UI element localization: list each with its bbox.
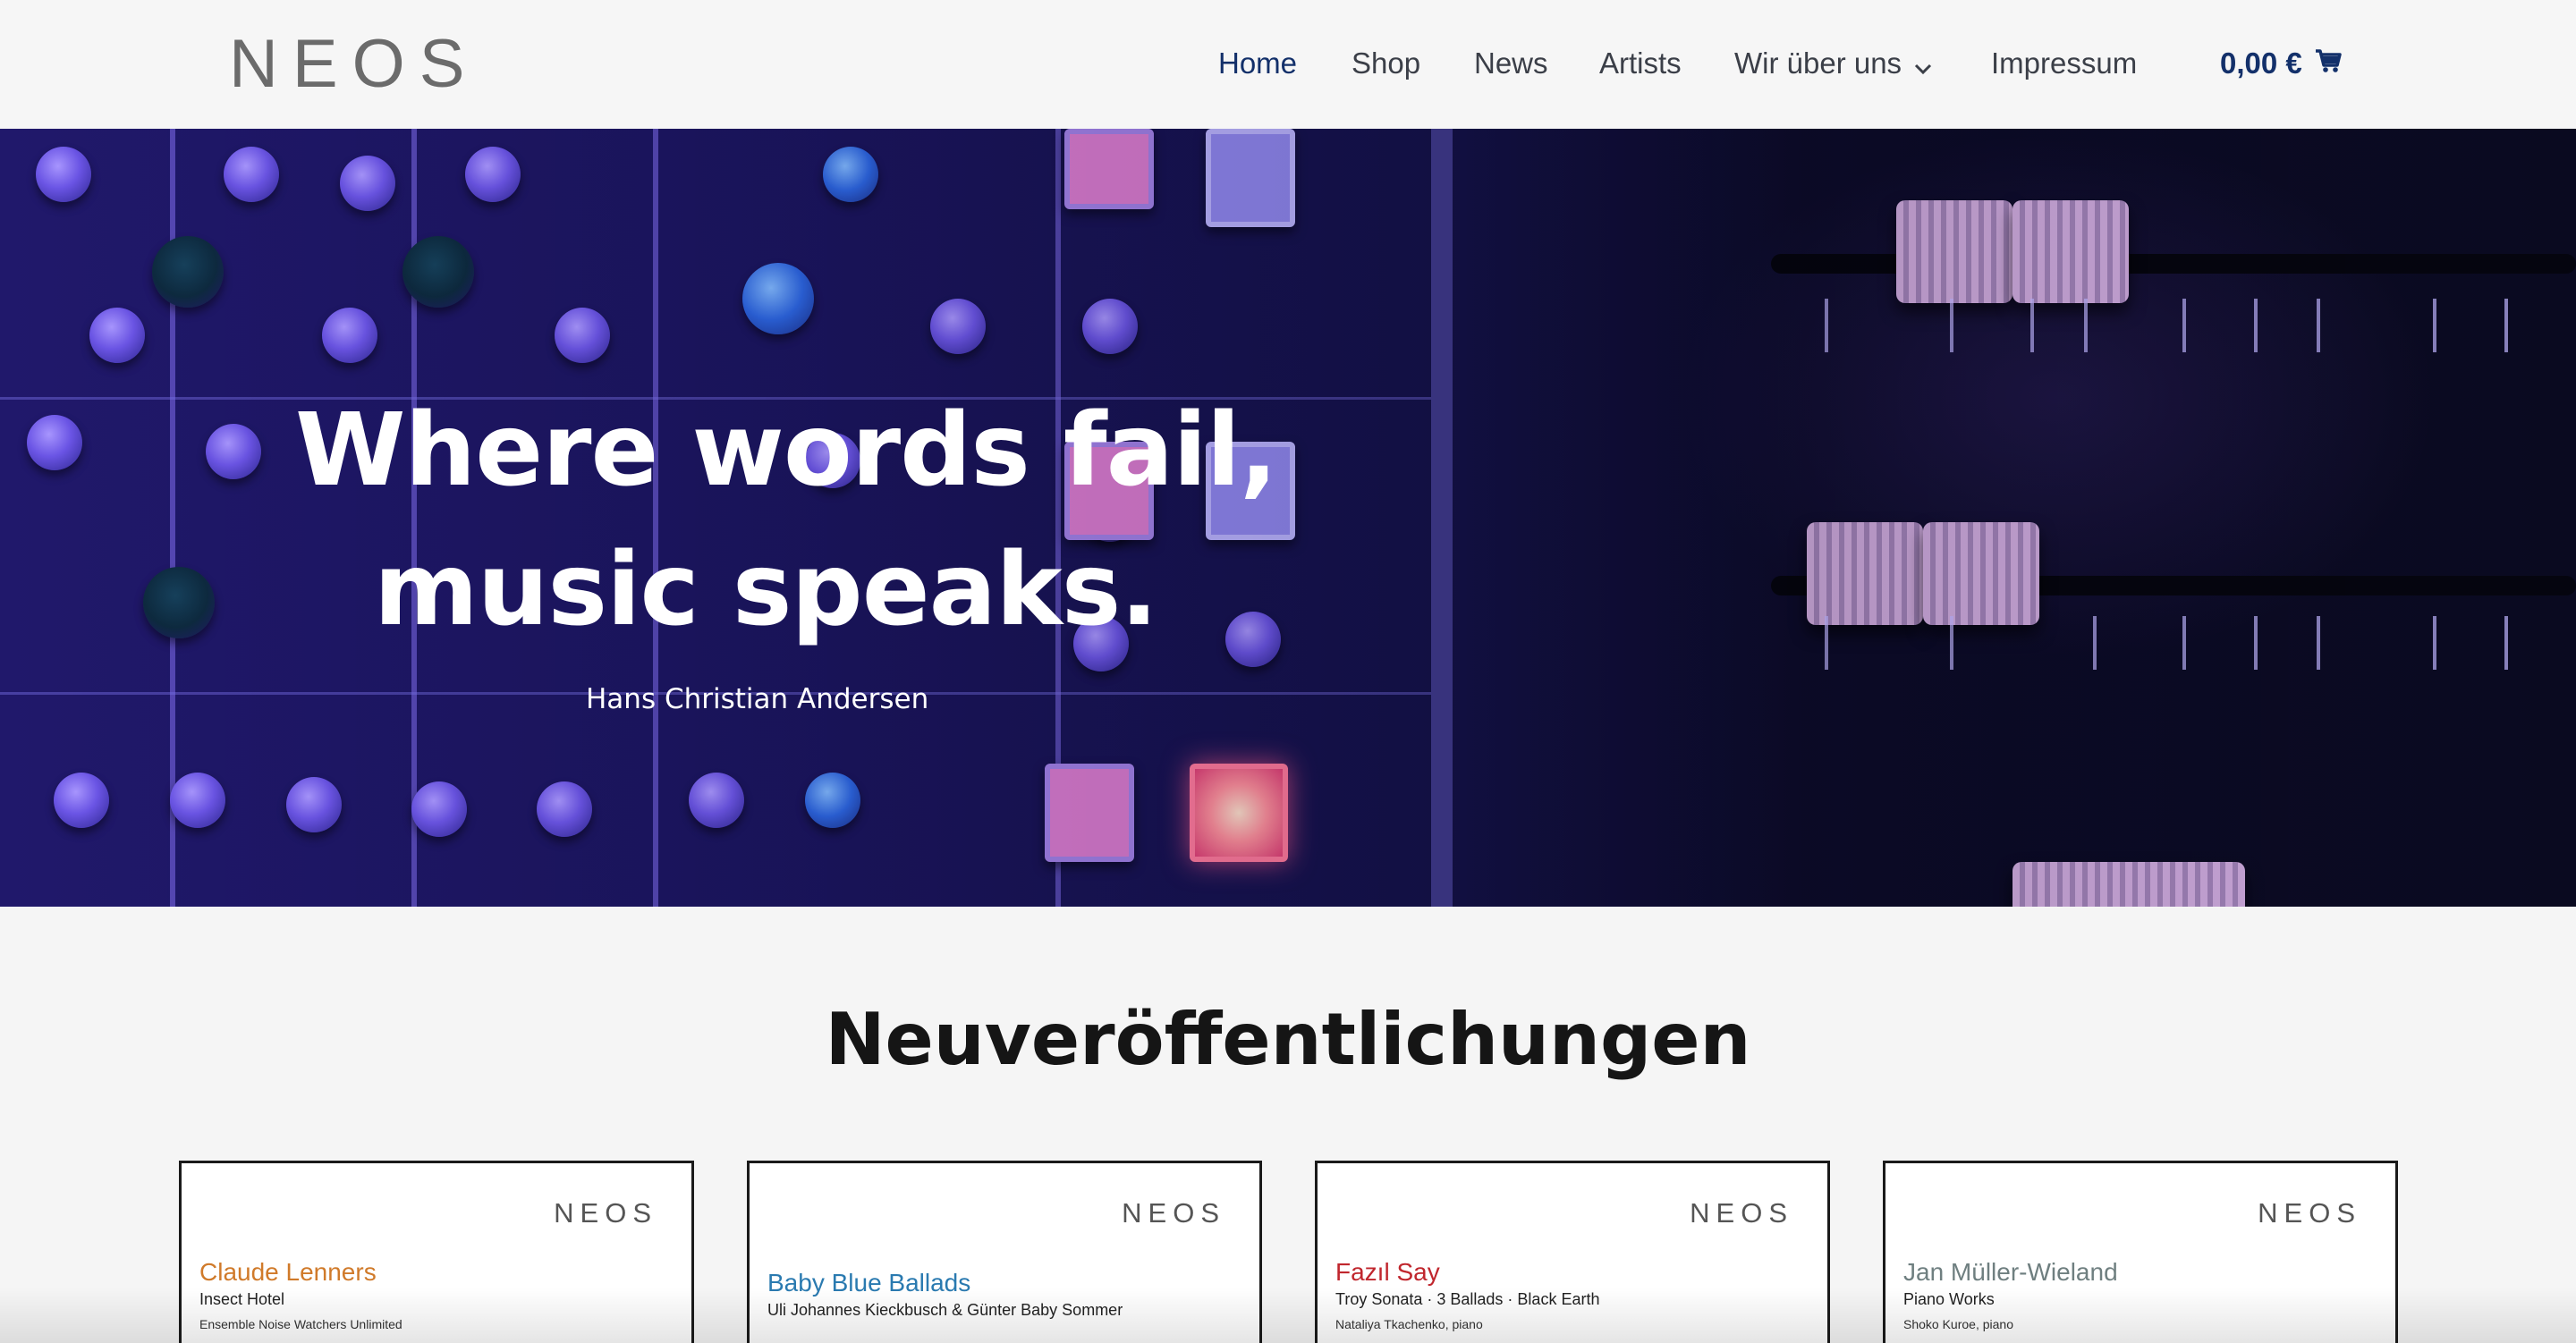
nav-item-news[interactable]: News xyxy=(1474,39,1548,88)
cart-button[interactable]: 0,00 € xyxy=(2220,39,2342,88)
shopping-cart-icon xyxy=(2302,46,2342,80)
hero-quote-author: Hans Christian Andersen xyxy=(586,683,929,715)
card-logo: NEOS xyxy=(554,1197,657,1229)
hero-quote: Where words fail, music speaks. xyxy=(295,381,1512,660)
card-logo: NEOS xyxy=(2258,1197,2361,1229)
site-header: NEOS Home Shop News Artists Wir über uns… xyxy=(0,0,2576,129)
card-logo: NEOS xyxy=(1122,1197,1225,1229)
chevron-down-icon xyxy=(1914,41,1932,89)
card-artist: Fazıl Say xyxy=(1335,1258,1440,1286)
release-card[interactable]: NEOS Jan Müller-Wieland Piano Works Shok… xyxy=(1883,1161,2398,1343)
release-card[interactable]: NEOS Fazıl Say Troy Sonata · 3 Ballads ·… xyxy=(1315,1161,1830,1343)
hero-banner: Where words fail, music speaks. Hans Chr… xyxy=(0,129,2576,907)
release-card[interactable]: NEOS Claude Lenners Insect Hotel Ensembl… xyxy=(179,1161,694,1343)
release-card[interactable]: NEOS Baby Blue Ballads Uli Johannes Kiec… xyxy=(747,1161,1262,1343)
hero-quote-line-1: Where words fail, xyxy=(295,393,1278,509)
hero-quote-line-2: music speaks. xyxy=(374,532,1158,648)
card-artist: Jan Müller-Wieland xyxy=(1903,1258,2118,1286)
neos-logo[interactable]: NEOS xyxy=(229,30,479,98)
card-artist: Baby Blue Ballads xyxy=(767,1269,971,1297)
card-title: Piano Works xyxy=(1903,1290,1995,1308)
nav-item-artists[interactable]: Artists xyxy=(1599,39,1682,88)
card-subtitle: Nataliya Tkachenko, piano xyxy=(1335,1317,1483,1331)
card-subtitle: Shoko Kuroe, piano xyxy=(1903,1317,2013,1331)
nav-item-wir-ueber-uns[interactable]: Wir über uns xyxy=(1734,39,1932,89)
card-subtitle: Ensemble Noise Watchers Unlimited xyxy=(199,1317,402,1331)
card-logo: NEOS xyxy=(1690,1197,1793,1229)
card-title: Insect Hotel xyxy=(199,1290,285,1308)
cart-total: 0,00 € xyxy=(2220,46,2302,80)
card-title: Uli Johannes Kieckbusch & Günter Baby So… xyxy=(767,1301,1123,1319)
nav-item-label: Wir über uns xyxy=(1734,46,1902,80)
nav-item-home[interactable]: Home xyxy=(1218,39,1297,88)
releases-heading: Neuveröffentlichungen xyxy=(825,998,1751,1081)
nav-item-shop[interactable]: Shop xyxy=(1352,39,1420,88)
card-artist: Claude Lenners xyxy=(199,1258,377,1286)
card-title: Troy Sonata · 3 Ballads · Black Earth xyxy=(1335,1290,1600,1308)
nav-item-impressum[interactable]: Impressum xyxy=(1991,39,2137,88)
